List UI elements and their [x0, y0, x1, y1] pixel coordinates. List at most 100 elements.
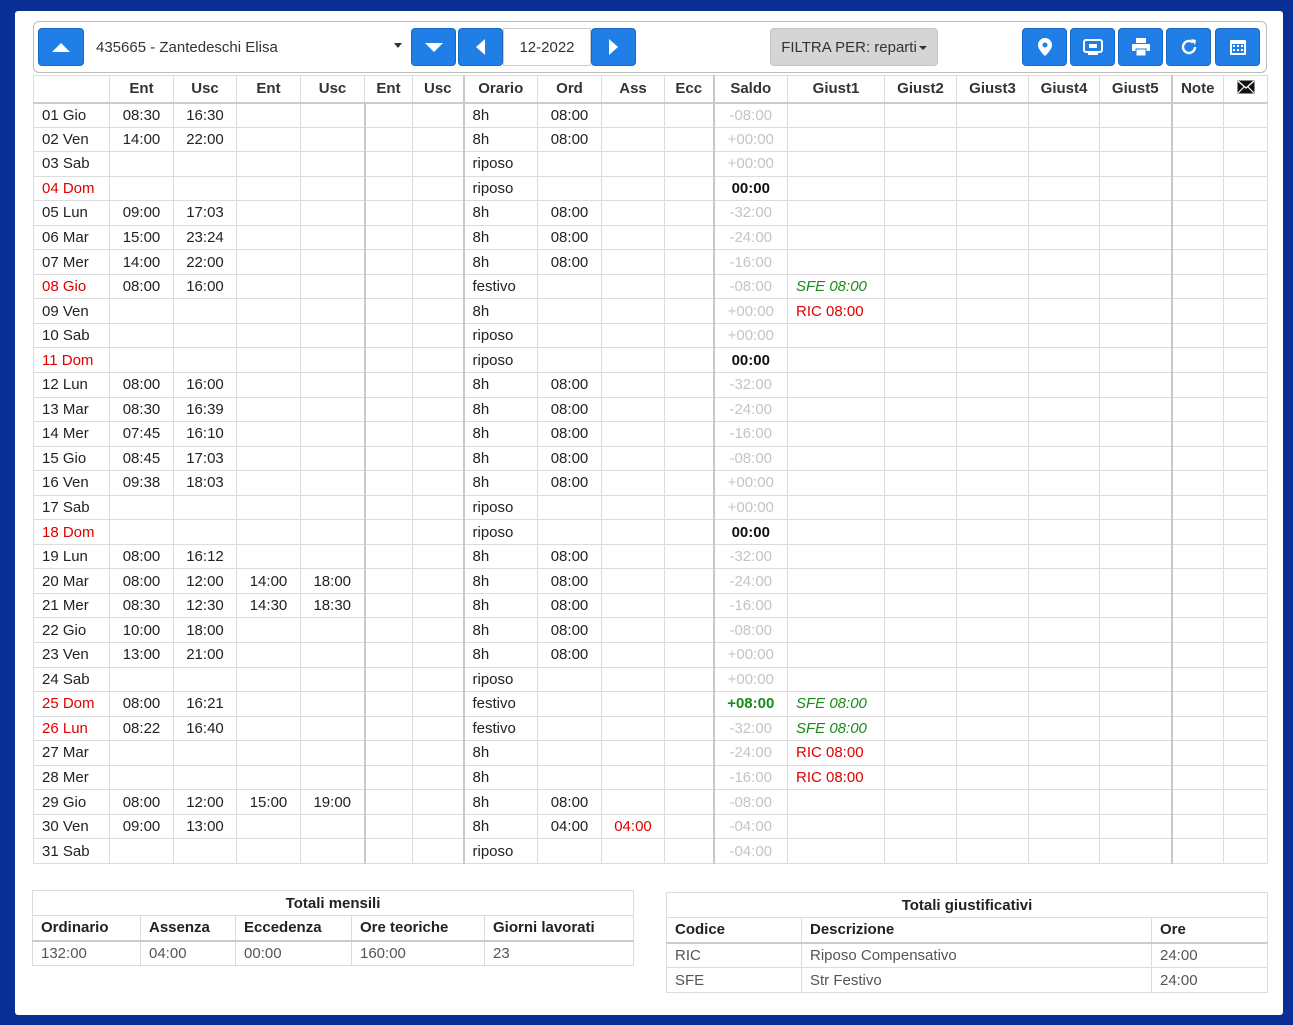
ordinary-cell: 08:00 — [537, 642, 602, 668]
column-header[interactable]: Saldo — [713, 75, 788, 104]
ordinary-cell — [537, 347, 602, 374]
table-row[interactable]: 30 Ven 09:00 13:00 8h 04:00 04:00 -04:00 — [33, 813, 1268, 840]
exit-cell — [300, 617, 366, 644]
table-row[interactable]: 11 Dom riposo 00:00 — [33, 347, 1268, 374]
table-row[interactable]: 22 Gio 10:00 18:00 8h 08:00 -08:00 — [33, 617, 1268, 644]
table-row[interactable]: 26 Lun 08:22 16:40 festivo -32:00 SFE 08:00 — [33, 715, 1268, 742]
mail-cell — [1223, 126, 1268, 153]
month-input[interactable]: 12-2022 — [503, 28, 591, 66]
column-header[interactable]: Ass — [601, 75, 665, 104]
mail-cell — [1223, 372, 1268, 398]
table-row[interactable]: 14 Mer 07:45 16:10 8h 08:00 -16:00 — [33, 421, 1268, 447]
entry-cell: 14:00 — [109, 126, 174, 153]
excess-cell — [664, 445, 715, 472]
column-header[interactable]: Giust3 — [956, 75, 1029, 104]
table-row[interactable]: 25 Dom 08:00 16:21 festivo +08:00 SFE 08:00 — [33, 691, 1268, 717]
next-month-button[interactable] — [591, 28, 636, 66]
column-header[interactable]: Giust1 — [787, 75, 885, 104]
table-row[interactable]: 01 Gio 08:30 16:30 8h 08:00 -08:00 — [33, 102, 1268, 128]
table-row[interactable]: 23 Ven 13:00 21:00 8h 08:00 +00:00 — [33, 642, 1268, 668]
entry-cell — [364, 102, 413, 128]
table-row[interactable]: 31 Sab riposo -04:00 — [33, 838, 1268, 864]
table-row[interactable]: 12 Lun 08:00 16:00 8h 08:00 -32:00 — [33, 372, 1268, 398]
display-button[interactable] — [1070, 28, 1115, 66]
table-row[interactable]: 20 Mar 08:00 12:00 14:00 18:00 8h 08:00 -24:00 — [33, 568, 1268, 594]
justification-cell — [787, 543, 885, 570]
justification-cell — [1028, 175, 1100, 202]
column-header[interactable]: Usc — [173, 75, 237, 104]
column-header[interactable]: Giust4 — [1028, 75, 1100, 104]
table-row[interactable]: 08 Gio 08:00 16:00 festivo -08:00 SFE 08:00 — [33, 273, 1268, 300]
print-button[interactable] — [1118, 28, 1163, 66]
justification-cell — [884, 543, 957, 570]
justification-cell — [956, 494, 1029, 521]
justification-cell — [1028, 813, 1100, 840]
table-row[interactable]: 07 Mer 14:00 22:00 8h 08:00 -16:00 — [33, 249, 1268, 275]
ordinary-cell: 08:00 — [537, 445, 602, 472]
column-header[interactable]: Note — [1171, 75, 1224, 104]
column-header[interactable]: Ent — [364, 75, 413, 104]
employee-select[interactable]: 435665 - Zantedeschi Elisa — [86, 28, 404, 66]
table-row[interactable]: 15 Gio 08:45 17:03 8h 08:00 -08:00 — [33, 445, 1268, 472]
schedule-cell: festivo — [463, 273, 538, 300]
location-button[interactable] — [1022, 28, 1067, 66]
entry-cell — [236, 543, 301, 570]
table-row[interactable]: 19 Lun 08:00 16:12 8h 08:00 -32:00 — [33, 543, 1268, 570]
justification-cell — [1028, 298, 1100, 324]
prev-month-button[interactable] — [458, 28, 503, 66]
filter-dropdown-button[interactable]: FILTRA PER: reparti — [770, 28, 938, 66]
column-header[interactable]: Giust5 — [1099, 75, 1173, 104]
table-row[interactable]: 18 Dom riposo 00:00 — [33, 519, 1268, 545]
absence-cell — [601, 396, 665, 423]
entry-cell — [364, 494, 413, 521]
column-header[interactable]: Usc — [412, 75, 465, 104]
schedule-cell: 8h — [463, 470, 538, 496]
table-row[interactable]: 13 Mar 08:30 16:39 8h 08:00 -24:00 — [33, 396, 1268, 423]
column-header[interactable] — [33, 75, 110, 104]
entry-cell — [364, 224, 413, 251]
exit-cell — [300, 494, 366, 521]
justification-cell — [884, 322, 957, 349]
table-row[interactable]: 24 Sab riposo +00:00 — [33, 666, 1268, 693]
table-row[interactable]: 28 Mer 8h -16:00 RIC 08:00 — [33, 764, 1268, 791]
justification-cell — [1028, 200, 1100, 226]
column-header[interactable]: Giust2 — [884, 75, 957, 104]
column-header[interactable]: Ecc — [664, 75, 715, 104]
table-row[interactable]: 02 Ven 14:00 22:00 8h 08:00 +00:00 — [33, 126, 1268, 153]
table-row[interactable]: 21 Mer 08:30 12:30 14:30 18:30 8h 08:00 -16:00 — [33, 592, 1268, 619]
column-header[interactable]: Ent — [236, 75, 301, 104]
exit-cell — [412, 494, 465, 521]
justification-cell — [787, 813, 885, 840]
entry-cell — [236, 691, 301, 717]
prev-employee-button[interactable] — [38, 28, 84, 66]
column-header[interactable]: Ent — [109, 75, 174, 104]
arrow-up-icon — [52, 42, 70, 52]
entry-cell — [364, 666, 413, 693]
column-header[interactable]: Ord — [537, 75, 602, 104]
exit-cell — [300, 691, 366, 717]
balance-cell: -16:00 — [713, 592, 788, 619]
calendar-button[interactable] — [1215, 28, 1260, 66]
entry-cell — [364, 396, 413, 423]
table-row[interactable]: 04 Dom riposo 00:00 — [33, 175, 1268, 202]
entry-cell — [236, 740, 301, 766]
justification-cell — [787, 445, 885, 472]
column-header[interactable]: Usc — [300, 75, 365, 104]
table-row[interactable]: 05 Lun 09:00 17:03 8h 08:00 -32:00 — [33, 200, 1268, 226]
refresh-button[interactable] — [1166, 28, 1211, 66]
table-row[interactable]: 10 Sab riposo +00:00 — [33, 322, 1268, 349]
table-row[interactable]: 17 Sab riposo +00:00 — [33, 494, 1268, 521]
justification-cell — [787, 175, 885, 202]
table-row[interactable]: 03 Sab riposo +00:00 — [33, 151, 1268, 177]
table-row[interactable]: 27 Mar 8h -24:00 RIC 08:00 — [33, 740, 1268, 766]
table-row[interactable]: 06 Mar 15:00 23:24 8h 08:00 -24:00 — [33, 224, 1268, 251]
column-header[interactable]: Orario — [463, 75, 538, 104]
next-employee-button[interactable] — [411, 28, 456, 66]
table-row[interactable]: 16 Ven 09:38 18:03 8h 08:00 +00:00 — [33, 470, 1268, 496]
exit-cell — [173, 347, 237, 374]
table-row[interactable]: 29 Gio 08:00 12:00 15:00 19:00 8h 08:00 -08:00 — [33, 789, 1268, 815]
mail-column-header[interactable] — [1223, 75, 1268, 104]
entry-cell: 08:45 — [109, 445, 174, 472]
monthly-totals-header: Ordinario Assenza Eccedenza Ore teoriche Gio… — [32, 915, 635, 942]
table-row[interactable]: 09 Ven 8h +00:00 RIC 08:00 — [33, 298, 1268, 324]
